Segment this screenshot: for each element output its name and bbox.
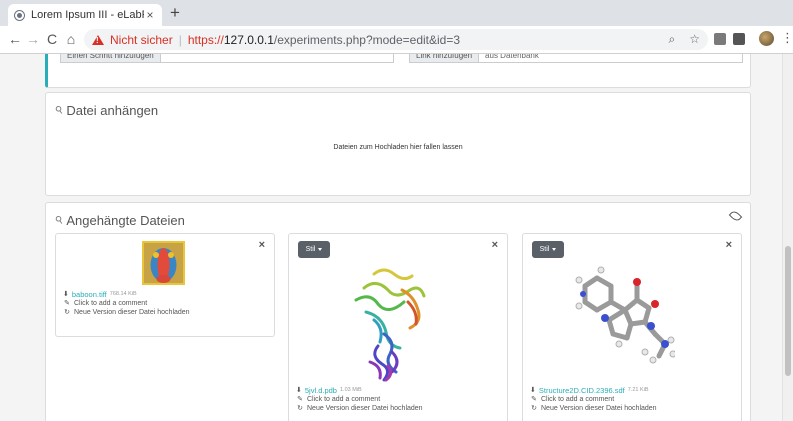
file-link[interactable]: 5jvl.d.pdb xyxy=(305,386,337,395)
add-link-input[interactable]: aus Datenbank xyxy=(479,54,743,63)
refresh-icon: ↻ xyxy=(64,309,70,316)
download-icon[interactable]: ⬇ xyxy=(530,386,536,395)
reupload-line[interactable]: ↻ Neue Version dieser Datei hochladen xyxy=(296,404,423,413)
reupload-line[interactable]: ↻ Neue Version dieser Datei hochladen xyxy=(63,308,190,317)
molecule-3d-viewer[interactable] xyxy=(575,264,675,364)
comments-icon: ✎ xyxy=(64,300,70,307)
extension-icon[interactable] xyxy=(733,33,745,45)
file-name-line: ⬇ baboon.tiff 768.14 KiB xyxy=(63,290,190,299)
delete-file-icon[interactable]: × xyxy=(726,239,732,251)
style-button-label: Stil xyxy=(539,246,550,253)
file-info: ⬇ Structure2D.CID.2396.sdf 7.21 KiB ✎ Cl… xyxy=(530,386,657,413)
reupload-link[interactable]: Neue Version dieser Datei hochladen xyxy=(307,404,423,413)
download-icon[interactable]: ⬇ xyxy=(63,290,69,299)
comment-line[interactable]: ✎ Click to add a comment xyxy=(296,395,423,404)
forward-arrow-icon[interactable]: → xyxy=(24,30,42,48)
browser-tab[interactable]: Lorem Ipsum III - eLabFTW × xyxy=(8,4,162,26)
add-comment-link[interactable]: Click to add a comment xyxy=(307,395,380,404)
tab-title: Lorem Ipsum III - eLabFTW xyxy=(31,9,144,21)
attachments-title-text: Angehängte Dateien xyxy=(66,213,185,228)
attachment-card: Stil × xyxy=(288,233,508,421)
image-thumbnail[interactable] xyxy=(142,241,185,285)
download-icon[interactable]: ⬇ xyxy=(296,386,302,395)
caret-down-icon xyxy=(318,248,323,251)
protein-3d-viewer[interactable] xyxy=(344,266,436,384)
dropzone[interactable]: Dateien zum Hochladen hier fallen lassen xyxy=(46,144,750,151)
add-comment-link[interactable]: Click to add a comment xyxy=(74,299,147,308)
security-status[interactable]: Nicht sicher xyxy=(110,33,173,47)
add-step-label: Einen Schritt hinzufügen xyxy=(60,54,161,63)
add-comment-link[interactable]: Click to add a comment xyxy=(541,395,614,404)
comments-icon: ✎ xyxy=(297,396,303,403)
file-size: 1.03 MiB xyxy=(339,387,362,393)
browser-menu-icon[interactable]: ⋮ xyxy=(781,30,793,46)
new-tab-button[interactable]: + xyxy=(170,4,180,22)
attachments-panel: ⚲ Angehängte Dateien × ⬇ baboon.tiff 768… xyxy=(45,202,751,421)
search-icon[interactable]: ⌕ xyxy=(669,32,676,47)
url-path: /experiments.php?mode=edit&id=3 xyxy=(273,32,461,47)
browser-tab-strip: Lorem Ipsum III - eLabFTW × + xyxy=(0,0,793,26)
file-link[interactable]: baboon.tiff xyxy=(72,290,107,299)
add-step-input[interactable] xyxy=(160,54,394,63)
refresh-icon: ↻ xyxy=(531,405,537,412)
refresh-icon: ↻ xyxy=(297,405,303,412)
file-size: 7.21 KiB xyxy=(627,387,649,393)
profile-avatar[interactable] xyxy=(759,31,774,46)
reload-icon[interactable]: C xyxy=(43,30,61,48)
file-name-line: ⬇ 5jvl.d.pdb 1.03 MiB xyxy=(296,386,423,395)
reupload-link[interactable]: Neue Version dieser Datei hochladen xyxy=(74,308,190,317)
attachment-card: Stil × xyxy=(522,233,742,421)
steps-panel: Einen Schritt hinzufügen Link hinzufügen… xyxy=(45,54,751,88)
caret-down-icon xyxy=(552,248,557,251)
extension-icon[interactable] xyxy=(714,33,726,45)
upload-title: ⚲ Datei anhängen xyxy=(53,103,159,118)
comments-icon: ✎ xyxy=(531,396,537,403)
file-info: ⬇ baboon.tiff 768.14 KiB ✎ Click to add … xyxy=(63,290,190,317)
delete-file-icon[interactable]: × xyxy=(259,239,265,251)
file-name-line: ⬇ Structure2D.CID.2396.sdf 7.21 KiB xyxy=(530,386,657,395)
attachment-card: × ⬇ baboon.tiff 768.14 KiB ✎ Click to ad… xyxy=(55,233,275,337)
attachments-title: ⚲ Angehängte Dateien xyxy=(53,213,185,228)
url-host: 127.0.0.1 xyxy=(223,32,274,47)
style-button-label: Stil xyxy=(305,246,316,253)
upload-panel: ⚲ Datei anhängen Dateien zum Hochladen h… xyxy=(45,92,751,196)
reupload-link[interactable]: Neue Version dieser Datei hochladen xyxy=(541,404,657,413)
address-bar[interactable]: Nicht sicher | https:// 127.0.0.1 /exper… xyxy=(84,29,708,50)
style-dropdown-button[interactable]: Stil xyxy=(532,241,564,258)
tab-close-icon[interactable]: × xyxy=(144,8,156,22)
delete-file-icon[interactable]: × xyxy=(492,239,498,251)
url-separator: | xyxy=(178,32,182,47)
url-scheme: https:// xyxy=(187,32,224,47)
add-step-group: Einen Schritt hinzufügen xyxy=(60,54,394,63)
bookmark-star-icon[interactable]: ☆ xyxy=(689,32,700,47)
file-size: 768.14 KiB xyxy=(109,291,137,297)
paperclip-icon: ⚲ xyxy=(53,103,66,118)
back-arrow-icon[interactable]: ← xyxy=(6,30,24,48)
upload-title-text: Datei anhängen xyxy=(66,103,159,118)
style-dropdown-button[interactable]: Stil xyxy=(298,241,330,258)
add-link-group: Link hinzufügen aus Datenbank xyxy=(409,54,743,63)
scrollbar-thumb[interactable] xyxy=(785,246,791,376)
comment-line[interactable]: ✎ Click to add a comment xyxy=(530,395,657,404)
add-link-label: Link hinzufügen xyxy=(409,54,480,63)
warning-icon[interactable] xyxy=(92,34,104,45)
file-info: ⬇ 5jvl.d.pdb 1.03 MiB ✎ Click to add a c… xyxy=(296,386,423,413)
paperclip-icon: ⚲ xyxy=(53,213,66,228)
eye-icon[interactable] xyxy=(728,209,743,223)
file-link[interactable]: Structure2D.CID.2396.sdf xyxy=(539,386,625,395)
browser-toolbar: ← → C ⌂ Nicht sicher | https:// 127.0.0.… xyxy=(0,26,793,54)
reupload-line[interactable]: ↻ Neue Version dieser Datei hochladen xyxy=(530,404,657,413)
comment-line[interactable]: ✎ Click to add a comment xyxy=(63,299,190,308)
page-scrollbar[interactable] xyxy=(782,54,793,421)
page-content: Einen Schritt hinzufügen Link hinzufügen… xyxy=(0,54,793,421)
favicon-icon xyxy=(14,9,25,21)
home-icon[interactable]: ⌂ xyxy=(62,30,80,48)
